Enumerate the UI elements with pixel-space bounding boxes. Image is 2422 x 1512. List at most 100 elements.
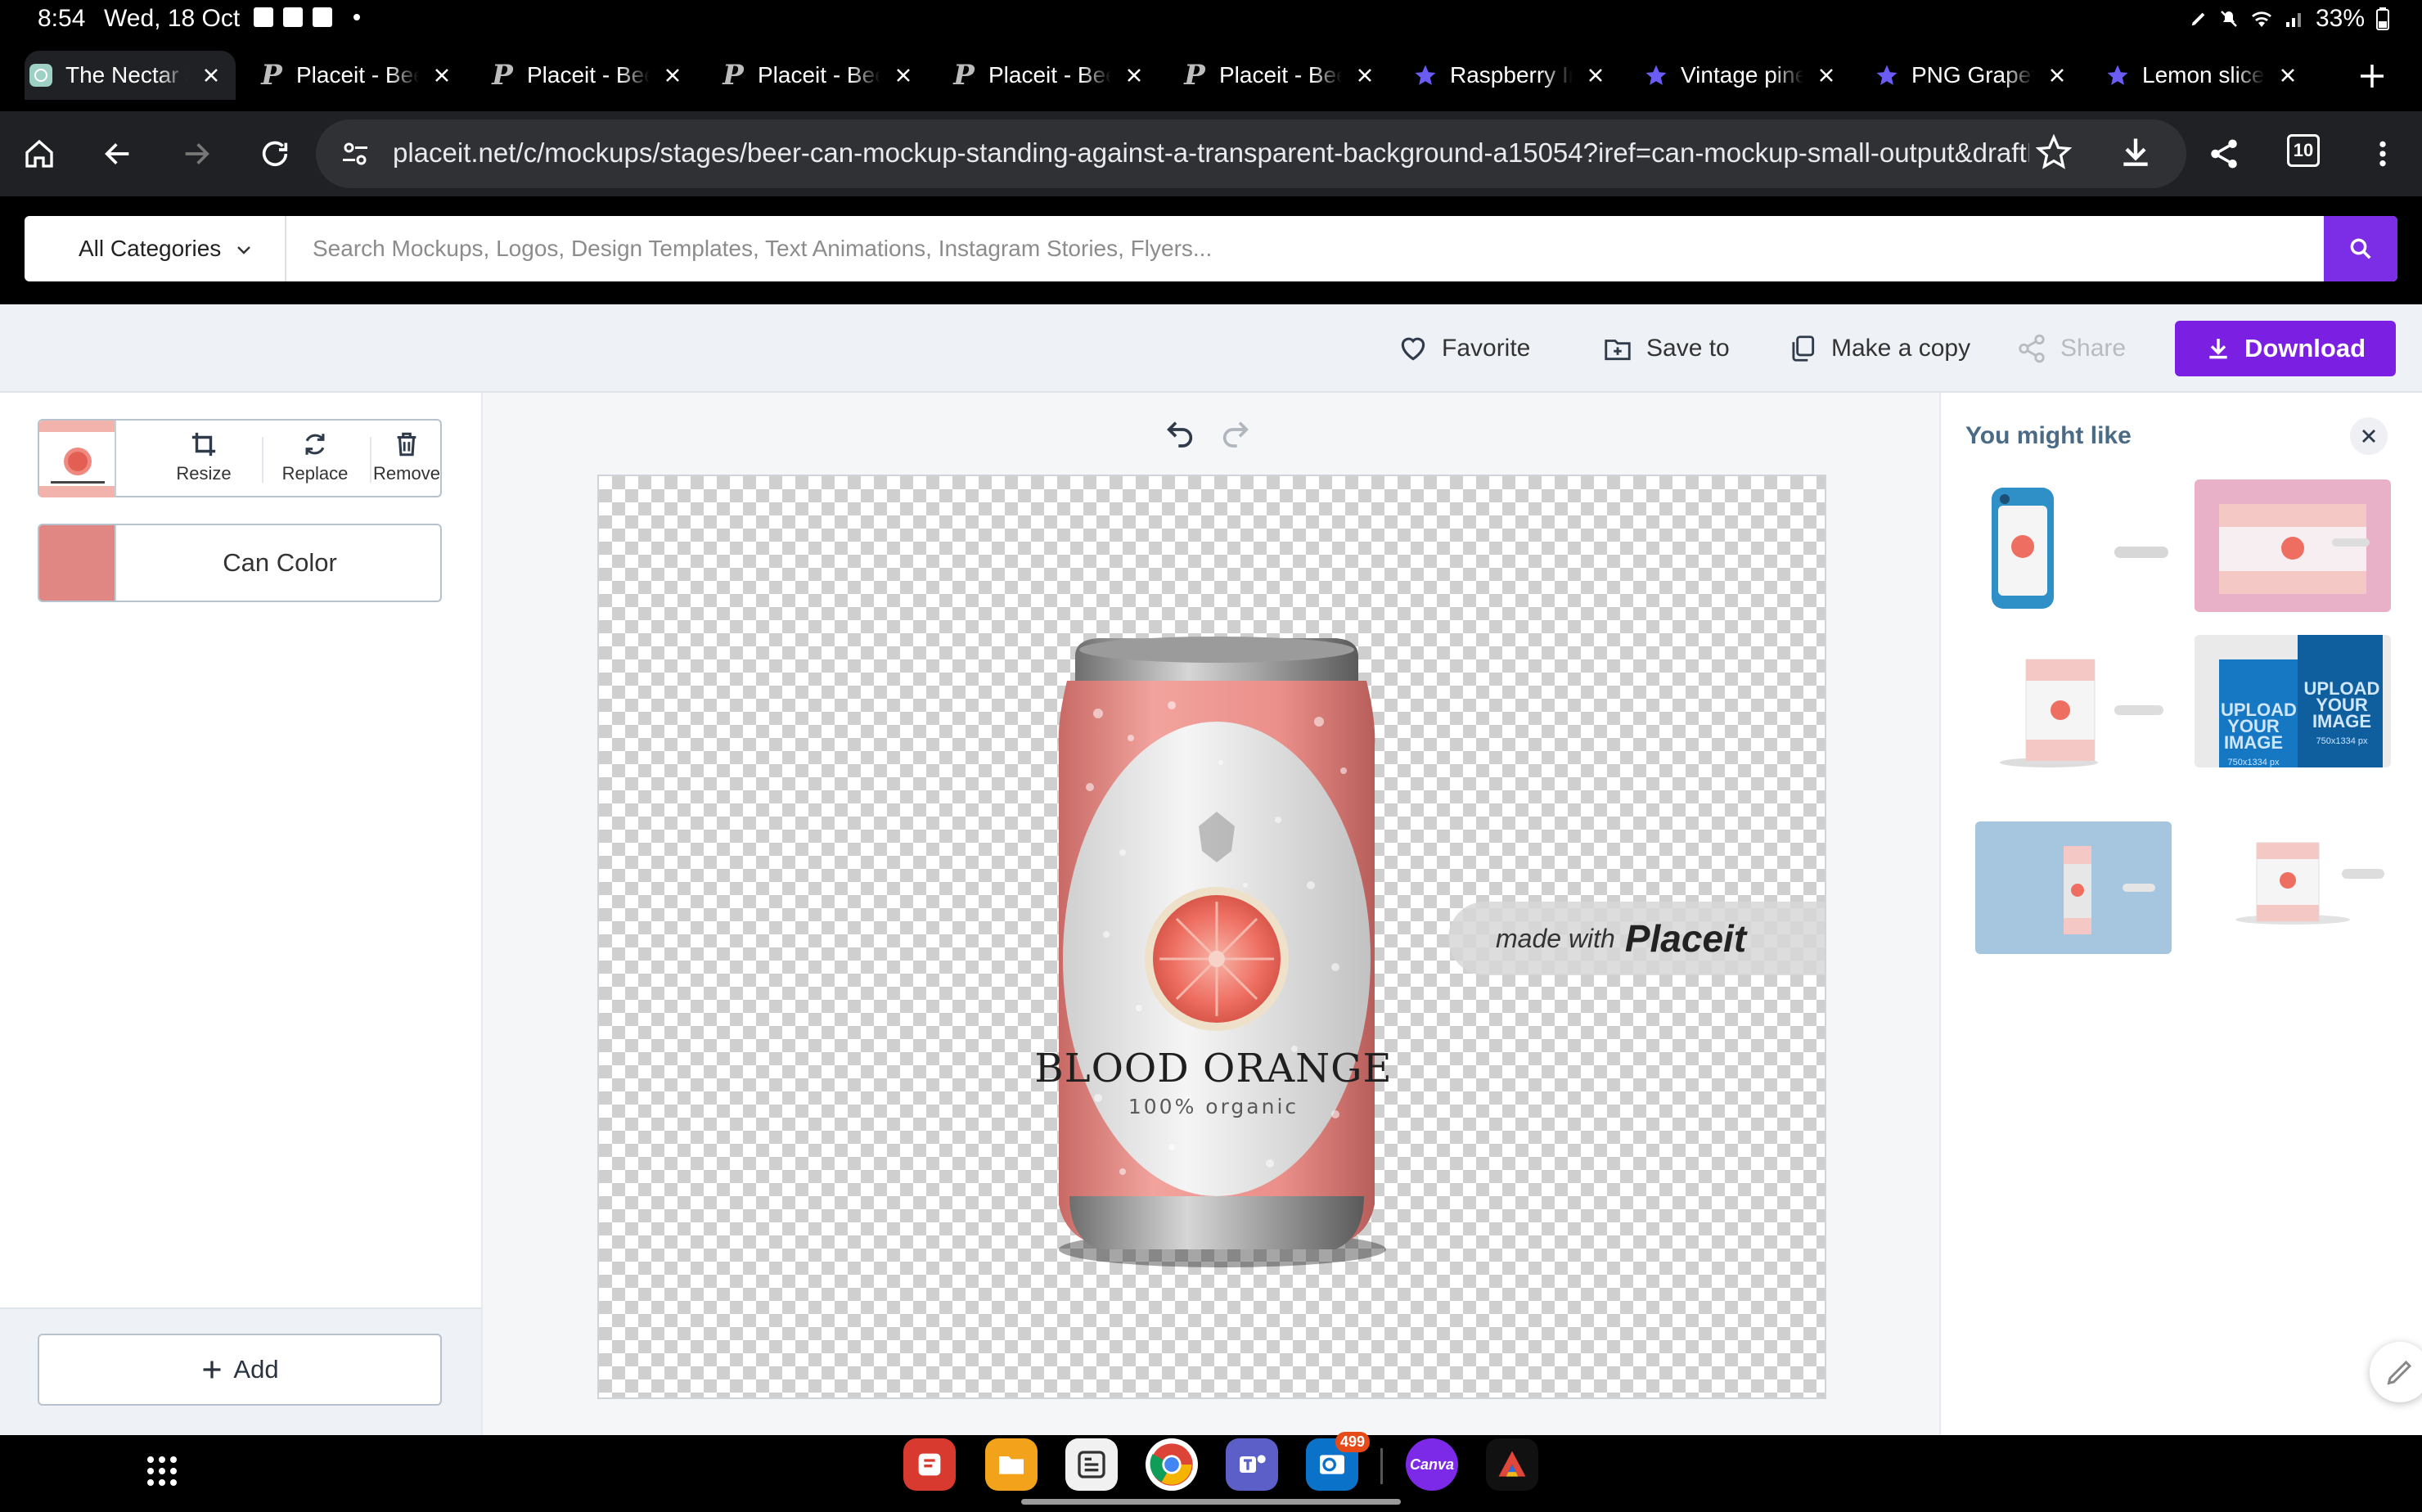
suggestion-thumbnail[interactable]	[2195, 817, 2391, 949]
mockup-stage[interactable]: BLOOD ORANGE 100% organic made with Plac…	[597, 475, 1826, 1399]
download-page-icon[interactable]	[2118, 134, 2154, 174]
tab-title: The Nectar S	[65, 62, 188, 88]
close-tab-icon[interactable]	[1348, 59, 1381, 92]
site-settings-icon[interactable]	[340, 139, 370, 173]
can-color-picker[interactable]: Can Color	[38, 524, 442, 602]
resize-tool[interactable]: Resize	[151, 430, 257, 489]
placeit-icon: P	[261, 59, 282, 92]
suggestion-thumbnail[interactable]	[1975, 821, 2172, 954]
favorite-button[interactable]: Favorite	[1398, 327, 1530, 370]
close-icon	[2362, 430, 2375, 443]
arc-app-icon[interactable]	[1486, 1438, 1538, 1491]
tab-raspberry[interactable]: Raspberry Im	[1409, 51, 1620, 100]
chrome-app-icon[interactable]	[1146, 1438, 1198, 1491]
pencil-icon	[2387, 1360, 2412, 1385]
nectar-icon	[28, 62, 54, 88]
category-dropdown[interactable]: All Categories	[25, 216, 286, 281]
color-swatch[interactable]	[39, 525, 116, 601]
share-icon[interactable]	[2203, 133, 2245, 175]
close-tab-icon[interactable]	[1118, 59, 1150, 92]
replace-tool[interactable]: Replace	[262, 430, 368, 489]
home-icon[interactable]	[18, 133, 61, 175]
suggestion-thumbnail[interactable]: UPLOAD YOUR IMAGE UPLOAD YOUR IMAGE 750x…	[2195, 635, 2391, 767]
download-icon	[2209, 339, 2227, 359]
tab-switcher-button[interactable]: 10	[2287, 134, 2320, 167]
clock: 8:54	[38, 5, 86, 32]
search-button[interactable]	[2324, 216, 2397, 281]
save-to-button[interactable]: Save to	[1602, 327, 1730, 370]
close-tab-icon[interactable]	[1810, 59, 1843, 92]
tab-vintage-pine[interactable]: Vintage pine	[1640, 51, 1851, 100]
suggestion-thumbnail[interactable]	[2195, 479, 2391, 612]
close-tab-icon[interactable]	[2271, 59, 2304, 92]
tab-title: PNG Grapefr	[1911, 62, 2034, 88]
tab-title: Placeit - Bee	[1219, 62, 1342, 88]
placeit-watermark: made with Placeit	[1448, 902, 1825, 975]
watermark-brand: Placeit	[1624, 917, 1747, 960]
close-tab-icon[interactable]	[195, 59, 227, 92]
tab-title: Placeit - Bee	[296, 62, 419, 88]
close-suggestions-button[interactable]	[2350, 417, 2388, 455]
files-app-icon[interactable]	[985, 1438, 1038, 1491]
share-button[interactable]: Share	[2016, 327, 2126, 370]
app-drawer-icon[interactable]	[147, 1456, 177, 1486]
suggestions-panel: You might like UPLOAD YOUR IMAGE UPLOAD …	[1939, 393, 2422, 1435]
dock-divider	[1380, 1448, 1383, 1484]
placeit-icon: P	[723, 59, 744, 92]
plus-icon	[203, 1361, 221, 1379]
notes-app-icon[interactable]	[903, 1438, 956, 1491]
address-bar[interactable]: placeit.net/c/mockups/stages/beer-can-mo…	[316, 119, 2186, 188]
make-copy-button[interactable]: Make a copy	[1787, 327, 1970, 370]
suggestions-title: You might like	[1965, 422, 2132, 449]
tab-placeit-3[interactable]: P Placeit - Bee	[717, 51, 928, 100]
remove-tool[interactable]: Remove	[370, 430, 443, 489]
editor-canvas-area: BLOOD ORANGE 100% organic made with Plac…	[483, 393, 1939, 1435]
calculator-app-icon[interactable]	[1065, 1438, 1118, 1491]
layer-thumbnail[interactable]	[39, 421, 116, 497]
tab-nectar[interactable]: The Nectar S	[25, 51, 236, 100]
image-layer-card: Resize Replace Remove	[38, 419, 442, 497]
undo-icon[interactable]	[1164, 417, 1196, 454]
close-tab-icon[interactable]	[1579, 59, 1612, 92]
edit-fab-button[interactable]	[2370, 1342, 2422, 1402]
resize-label: Resize	[176, 463, 232, 484]
suggestion-thumbnail[interactable]	[1975, 640, 2172, 772]
outlook-notification-icon	[283, 7, 303, 27]
close-tab-icon[interactable]	[2041, 59, 2073, 92]
home-gesture-bar[interactable]	[1021, 1499, 1401, 1505]
redo-icon[interactable]	[1219, 417, 1252, 454]
tab-placeit-1[interactable]: P Placeit - Bee	[255, 51, 466, 100]
remove-label: Remove	[373, 463, 440, 484]
tab-placeit-4[interactable]: P Placeit - Bee	[948, 51, 1159, 100]
date: Wed, 18 Oct	[104, 5, 241, 32]
tab-lemon-slice[interactable]: Lemon slice	[2101, 51, 2312, 100]
teams-app-icon[interactable]	[1226, 1438, 1278, 1491]
close-tab-icon[interactable]	[656, 59, 689, 92]
make-copy-label: Make a copy	[1831, 335, 1971, 362]
canva-label: Canva	[1409, 1456, 1455, 1473]
upload-size-text: 750x1334 px	[2227, 758, 2280, 767]
tab-png-grapefruit[interactable]: PNG Grapefr	[1871, 51, 2082, 100]
canva-app-icon[interactable]: Canva	[1406, 1438, 1458, 1491]
bookmark-star-icon[interactable]	[2035, 133, 2073, 174]
download-button[interactable]: Download	[2175, 321, 2396, 376]
reload-icon[interactable]	[254, 133, 296, 175]
tab-placeit-2[interactable]: P Placeit - Bee	[486, 51, 697, 100]
new-tab-icon[interactable]	[2358, 62, 2386, 94]
add-button[interactable]: Add	[38, 1334, 442, 1406]
more-menu-icon[interactable]	[2361, 133, 2404, 175]
star-icon	[1643, 62, 1669, 88]
wifi-icon	[2251, 11, 2271, 27]
back-icon[interactable]	[97, 133, 139, 175]
close-tab-icon[interactable]	[887, 59, 920, 92]
tab-placeit-5[interactable]: P Placeit - Bee	[1178, 51, 1389, 100]
share-label: Share	[2060, 335, 2127, 362]
browser-toolbar: placeit.net/c/mockups/stages/beer-can-mo…	[0, 111, 2422, 196]
close-tab-icon[interactable]	[425, 59, 458, 92]
outlook-app-icon[interactable]: 499	[1306, 1432, 1370, 1491]
save-to-label: Save to	[1646, 335, 1730, 362]
search-input[interactable]	[286, 216, 2348, 281]
suggestion-thumbnail[interactable]	[1975, 481, 2172, 614]
forward-icon[interactable]	[175, 133, 218, 175]
url-text[interactable]: placeit.net/c/mockups/stages/beer-can-mo…	[393, 137, 2029, 169]
